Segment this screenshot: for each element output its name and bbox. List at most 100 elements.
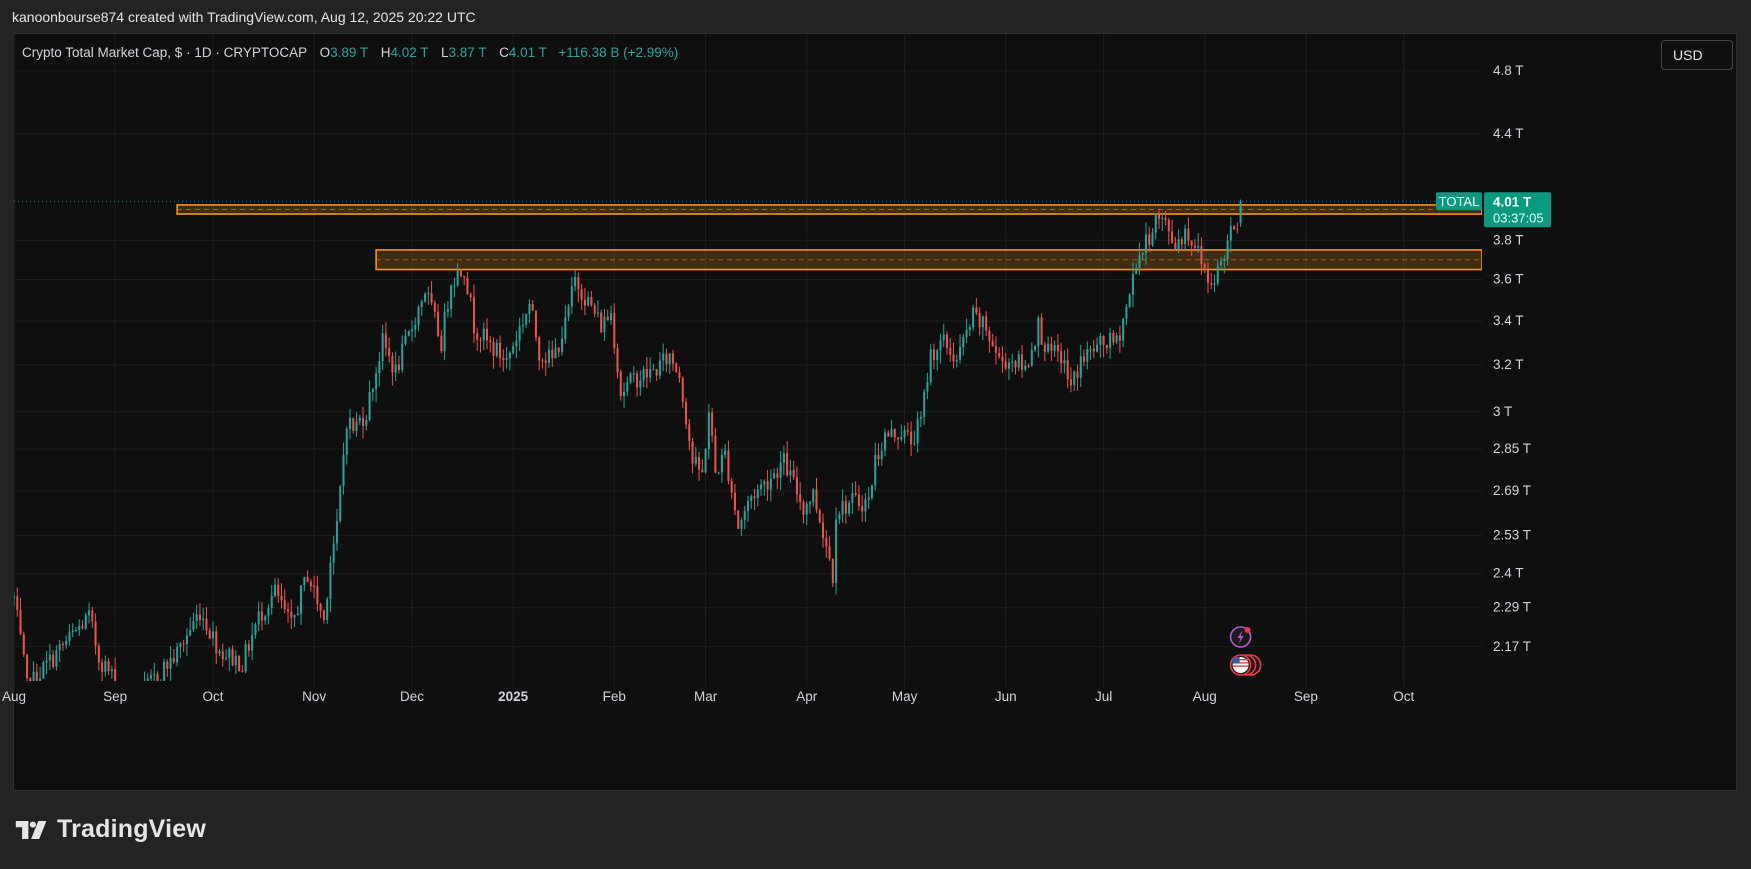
candle [521, 313, 524, 334]
candle [466, 271, 469, 295]
candle-body [639, 380, 642, 388]
candle-body [609, 312, 612, 321]
candle-body [737, 510, 740, 529]
candle [97, 643, 100, 671]
candle-body [260, 611, 263, 621]
candle-body [528, 303, 531, 314]
candle-body [704, 449, 707, 473]
y-tick-label: 2.53 T [1493, 527, 1531, 542]
candle-body [616, 348, 619, 373]
y-tick-label: 2.29 T [1493, 600, 1531, 615]
candle-body [779, 462, 782, 478]
candle-body [16, 596, 19, 610]
candle [714, 427, 717, 474]
candle [936, 348, 939, 371]
candle-body [1089, 348, 1092, 350]
candle [1043, 341, 1046, 362]
candle-body [945, 334, 949, 348]
candle-body [998, 352, 1001, 357]
change-value: +116.38 B (+2.99%) [558, 45, 679, 60]
candle-body [825, 538, 828, 547]
candle [137, 691, 139, 710]
candle [616, 343, 619, 379]
candle-body [665, 353, 668, 365]
candle [570, 276, 573, 314]
candle [1069, 367, 1072, 393]
candle [733, 484, 736, 516]
candle-body [404, 335, 407, 344]
candle-body [861, 506, 864, 512]
candle-body [143, 682, 145, 697]
price-chart[interactable]: 4.8 T 4.4 T 3.8 T 3.6 T 3.4 T 3.2 T 3 T 2.85 T 2… [0, 0, 1751, 869]
candle-body [968, 327, 971, 330]
candle-body [730, 480, 733, 493]
zones [176, 204, 1482, 271]
x-tick-label: Mar [694, 689, 718, 704]
candle-body [544, 360, 547, 363]
candle-body [688, 424, 691, 442]
candle-body [1102, 335, 1105, 346]
candle-body [649, 369, 652, 378]
candle [169, 645, 172, 681]
candle [583, 287, 586, 316]
candle [192, 612, 195, 633]
candle-body [981, 316, 984, 328]
candle-body [1105, 345, 1108, 349]
candle [368, 380, 371, 422]
candle-body [874, 454, 877, 486]
candle [671, 349, 674, 371]
candle [486, 318, 489, 350]
candle [244, 640, 247, 674]
candle [440, 330, 443, 354]
candles [14, 199, 1242, 716]
candle-body [1073, 371, 1076, 386]
high-key: H [380, 45, 391, 60]
candle-body [681, 377, 684, 402]
candle-body [1109, 332, 1112, 349]
candle-body [1014, 361, 1017, 368]
candle [750, 494, 753, 509]
candle-body [257, 611, 260, 625]
candle [238, 655, 241, 672]
candle [156, 671, 159, 681]
candle-body [362, 417, 365, 427]
candle-body [238, 655, 241, 672]
candle-body [567, 306, 570, 317]
candle [127, 689, 129, 716]
candle-body [1180, 239, 1183, 245]
candle-body [287, 608, 290, 612]
candle-body [756, 489, 759, 499]
candle-body [427, 293, 430, 295]
candle-body [936, 350, 939, 361]
candle [1004, 352, 1007, 371]
candle [391, 352, 394, 386]
candle [841, 489, 844, 523]
candle-body [192, 621, 195, 630]
candle-body [685, 401, 688, 425]
candle [55, 645, 58, 671]
close-value: 4.01 T [508, 45, 547, 60]
symbol-title[interactable]: Crypto Total Market Cap, $ · 1D · CRYPTO… [22, 45, 307, 60]
candle-body [1047, 343, 1050, 352]
currency-button[interactable]: USD [1661, 40, 1733, 70]
candle-body [375, 373, 378, 390]
candle [1014, 359, 1017, 375]
candle [1109, 327, 1112, 359]
candle [280, 583, 283, 609]
candle [916, 411, 919, 453]
candle-body [417, 306, 420, 325]
candle-body [270, 595, 273, 608]
candle-body [414, 324, 417, 330]
candle-body [652, 369, 655, 371]
x-tick-label: Dec [400, 689, 424, 704]
candle [1115, 332, 1118, 345]
candle [322, 609, 325, 624]
candle [260, 601, 263, 631]
candle-body [1099, 335, 1102, 345]
grid [13, 34, 1482, 687]
candle [1096, 337, 1099, 353]
candle [283, 588, 286, 614]
candle-body [841, 500, 844, 515]
candle [443, 303, 446, 361]
candle-body [1236, 229, 1239, 231]
